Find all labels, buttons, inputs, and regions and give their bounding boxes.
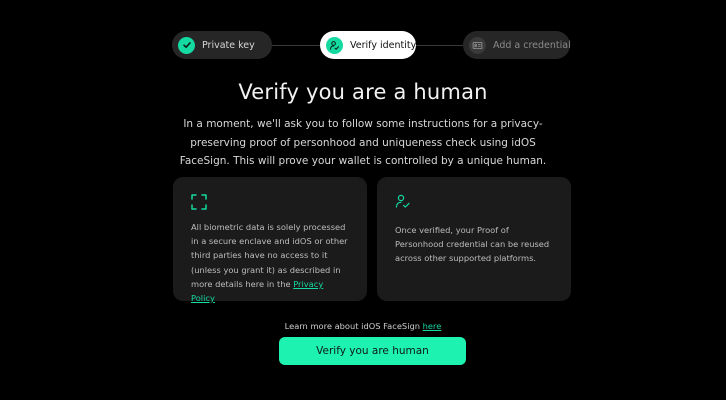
learn-more: Learn more about idOS FaceSign here [0, 321, 726, 331]
verify-human-button[interactable]: Verify you are human [279, 337, 466, 365]
progress-stepper: Private key Verify identity Add a creden… [172, 31, 571, 60]
id-card-icon [469, 36, 486, 54]
step-private-key[interactable]: Private key [172, 31, 272, 59]
step-add-credential[interactable]: Add a credential [463, 31, 571, 59]
verify-human-page: Private key Verify identity Add a creden… [0, 0, 726, 400]
privacy-text-body: All biometric data is solely processed i… [191, 222, 348, 289]
reuse-text: Once verified, your Proof of Personhood … [395, 225, 550, 264]
step-label: Verify identity [350, 39, 417, 51]
step-connector [416, 45, 463, 46]
learn-more-text: Learn more about idOS FaceSign [284, 321, 423, 331]
person-check-icon [326, 36, 343, 54]
step-label: Add a credential [493, 39, 571, 51]
facesign-here-link[interactable]: here [423, 321, 442, 331]
privacy-text: All biometric data is solely processed i… [191, 220, 349, 305]
reuse-card: Once verified, your Proof of Personhood … [377, 177, 571, 301]
face-scan-icon [190, 193, 208, 211]
intro-text: In a moment, we'll ask you to follow som… [179, 118, 547, 167]
step-connector [272, 45, 320, 46]
person-check-icon [394, 193, 412, 211]
step-verify-identity[interactable]: Verify identity [320, 31, 416, 59]
privacy-card: All biometric data is solely processed i… [173, 177, 367, 303]
check-icon [178, 36, 195, 54]
step-label: Private key [202, 39, 255, 51]
page-title: Verify you are a human [238, 80, 488, 104]
